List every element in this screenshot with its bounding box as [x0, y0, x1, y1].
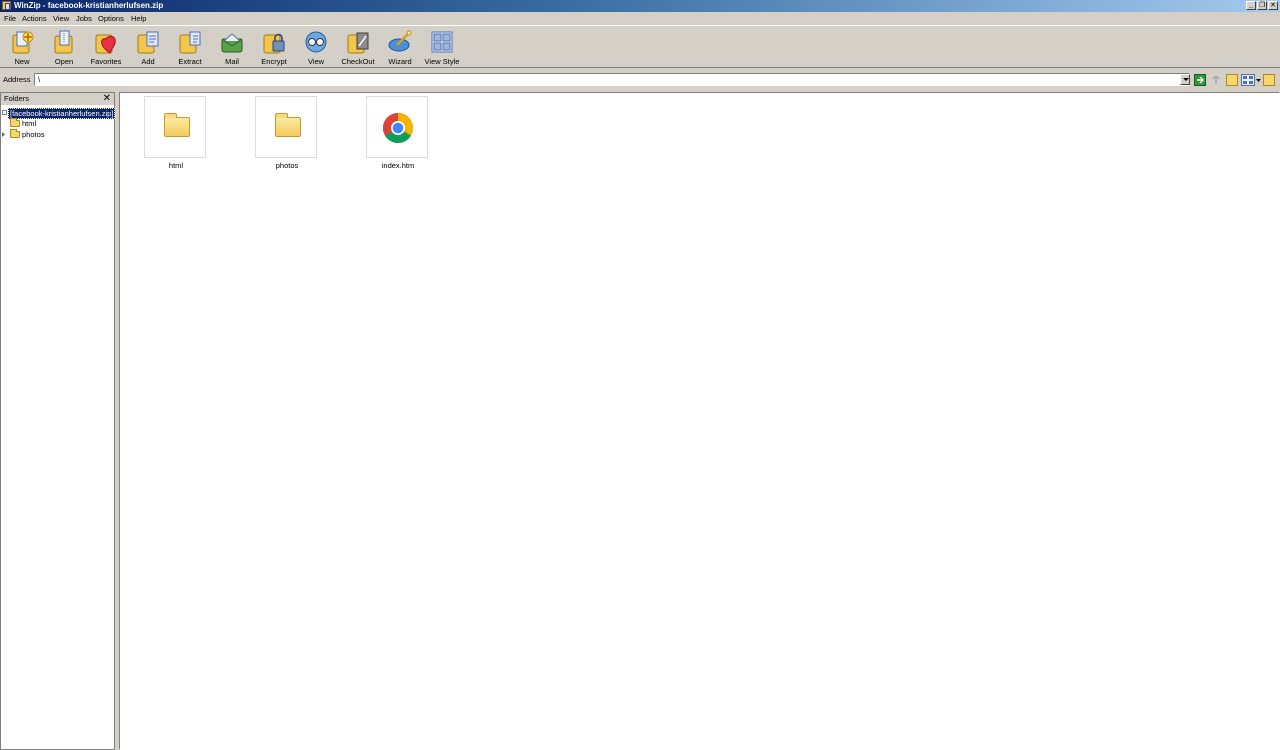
open-button[interactable]: Open — [43, 28, 85, 66]
address-bar: Address \ — [0, 70, 1280, 89]
menu-file[interactable]: File — [4, 14, 16, 23]
tree-item-html[interactable]: html — [1, 118, 114, 129]
folders-pane: Folders ✕ [facebook-kristianherlufsen.zi… — [0, 92, 116, 750]
tree-expand-toggle[interactable] — [2, 132, 6, 137]
menu-bar: File Actions View Jobs Options Help — [0, 12, 1280, 25]
file-thumbnail[interactable] — [366, 96, 428, 158]
folder-icon — [275, 113, 301, 137]
folders-title: Folders — [4, 94, 30, 103]
view-style-icon — [431, 31, 453, 53]
title-bar: WinZip - facebook-kristianherlufsen.zip … — [0, 0, 1280, 12]
tree-item-label: html — [22, 119, 37, 128]
file-item-index[interactable]: index.htm — [366, 96, 430, 172]
tree-collapse-toggle[interactable] — [2, 110, 7, 115]
add-icon — [137, 31, 159, 54]
folders-header: Folders ✕ — [1, 93, 114, 105]
tree-item-label: photos — [22, 130, 45, 139]
view-mode-icon[interactable] — [1241, 74, 1255, 86]
file-item-photos[interactable]: photos — [255, 96, 319, 172]
go-arrow-icon[interactable] — [1194, 74, 1206, 86]
address-dropdown-button[interactable] — [1180, 74, 1190, 85]
menu-actions[interactable]: Actions — [22, 14, 47, 23]
menu-view[interactable]: View — [53, 14, 69, 23]
encrypt-icon — [263, 33, 285, 54]
wizard-button[interactable]: Wizard — [379, 28, 421, 66]
favorites-icon — [95, 34, 116, 54]
checkout-button[interactable]: CheckOut — [337, 28, 379, 66]
file-thumbnail[interactable] — [255, 96, 317, 158]
extract-button[interactable]: Extract — [169, 28, 211, 66]
files-pane: html photos index.htm — [119, 92, 1280, 750]
mail-icon — [221, 33, 243, 53]
up-folder-icon[interactable] — [1210, 74, 1222, 86]
file-name[interactable]: html — [136, 161, 216, 170]
winzip-app-icon[interactable] — [2, 1, 11, 10]
folder-icon — [10, 118, 20, 127]
new-folder-icon[interactable] — [1263, 74, 1275, 86]
folders-close-button[interactable]: ✕ — [103, 93, 111, 104]
checkout-icon — [347, 32, 369, 54]
menu-jobs[interactable]: Jobs — [76, 14, 92, 23]
extract-icon — [179, 31, 201, 54]
folders-toggle-icon[interactable] — [1226, 74, 1238, 86]
menu-help[interactable]: Help — [131, 14, 146, 23]
view-style-label: View Style — [424, 57, 460, 66]
toolbar: New Open Favorites Add Extract Mail Encr… — [0, 25, 1280, 68]
new-icon — [12, 31, 34, 54]
view-icon — [305, 31, 327, 53]
wizard-icon — [388, 30, 412, 52]
folder-icon — [10, 129, 20, 138]
file-name[interactable]: index.htm — [358, 161, 438, 170]
add-button[interactable]: Add — [127, 28, 169, 66]
address-input[interactable]: \ — [34, 73, 1190, 86]
menu-options[interactable]: Options — [98, 14, 124, 23]
restore-button[interactable]: ❐ — [1257, 1, 1267, 10]
file-thumbnail[interactable] — [144, 96, 206, 158]
file-name[interactable]: photos — [247, 161, 327, 170]
open-icon — [54, 30, 73, 54]
minimize-button[interactable]: _ — [1246, 1, 1256, 10]
file-item-html[interactable]: html — [144, 96, 208, 172]
close-button[interactable]: ✕ — [1268, 1, 1278, 10]
folder-icon — [164, 113, 190, 137]
encrypt-button[interactable]: Encrypt — [253, 28, 295, 66]
tree-root[interactable]: [facebook-kristianherlufsen.zip] — [1, 107, 116, 119]
view-style-button[interactable]: View Style — [421, 28, 463, 66]
mail-button[interactable]: Mail — [211, 28, 253, 66]
view-mode-dropdown-icon[interactable] — [1256, 74, 1261, 86]
address-label: Address — [3, 75, 31, 84]
new-button[interactable]: New — [1, 28, 43, 66]
window-title: WinZip - facebook-kristianherlufsen.zip — [14, 1, 164, 10]
tree-item-photos[interactable]: photos — [1, 129, 114, 140]
favorites-button[interactable]: Favorites — [85, 28, 127, 66]
view-button[interactable]: View — [295, 28, 337, 66]
chrome-icon — [382, 113, 414, 144]
